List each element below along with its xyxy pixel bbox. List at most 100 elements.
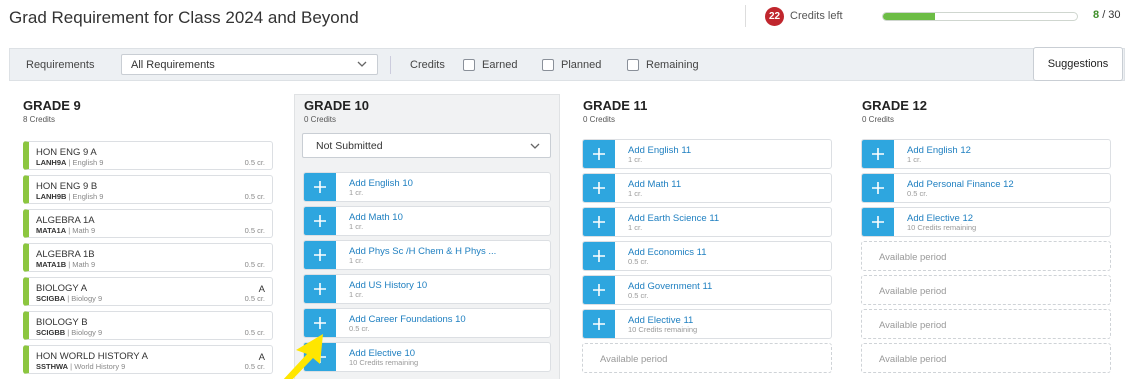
- course-subject: Biology 9: [71, 294, 103, 303]
- course-code: SCIGBB: [36, 328, 66, 337]
- grade-12-credits: 0 Credits: [862, 115, 895, 124]
- course-name: HON ENG 9 A: [36, 147, 97, 158]
- course-subject: World History 9: [74, 362, 126, 371]
- add-course-button[interactable]: [583, 242, 615, 270]
- course-card[interactable]: BIOLOGY B SCIGBB | Biology 9 0.5 cr.: [23, 311, 273, 340]
- add-course-card[interactable]: Add Phys Sc /H Chem & H Phys ... 1 cr.: [303, 240, 551, 270]
- course-card[interactable]: HON ENG 9 B LANH9B | English 9 0.5 cr.: [23, 175, 273, 204]
- add-course-card[interactable]: Add Elective 10 10 Credits remaining: [303, 342, 551, 372]
- add-course-button[interactable]: [583, 140, 615, 168]
- course-name: BIOLOGY A: [36, 283, 88, 294]
- add-course-credit: 0.5 cr.: [349, 324, 370, 333]
- course-card[interactable]: ALGEBRA 1B MATA1B | Math 9 0.5 cr.: [23, 243, 273, 272]
- filter-divider: [390, 56, 391, 74]
- add-course-card[interactable]: Add Math 11 1 cr.: [582, 173, 832, 203]
- course-credit: 0.5 cr.: [244, 328, 265, 337]
- available-period-slot[interactable]: Available period: [861, 309, 1111, 339]
- remaining-checkbox-box[interactable]: [627, 59, 639, 71]
- credits-progress-fill: [883, 13, 935, 20]
- course-subject: English 9: [72, 158, 104, 167]
- planned-checkbox-box[interactable]: [542, 59, 554, 71]
- planned-checkbox[interactable]: Planned: [542, 59, 601, 71]
- filter-bar: Requirements All Requirements Credits Ea…: [9, 48, 1125, 81]
- add-course-card[interactable]: Add Elective 11 10 Credits remaining: [582, 309, 832, 339]
- course-card[interactable]: HON ENG 9 A LANH9A | English 9 0.5 cr.: [23, 141, 273, 170]
- header-divider: [745, 5, 746, 27]
- course-code: MATA1B: [36, 260, 67, 269]
- requirements-select[interactable]: All Requirements: [121, 54, 378, 75]
- course-subject: English 9: [72, 192, 104, 201]
- add-course-credit: 1 cr.: [628, 155, 643, 164]
- available-period-slot[interactable]: Available period: [861, 275, 1111, 305]
- earned-checkbox[interactable]: Earned: [463, 59, 517, 71]
- available-period-slot[interactable]: Available period: [582, 343, 832, 373]
- add-course-card[interactable]: Add English 11 1 cr.: [582, 139, 832, 169]
- grade-11-credits: 0 Credits: [583, 115, 616, 124]
- course-credit: 0.5 cr.: [244, 260, 265, 269]
- add-course-card[interactable]: Add Earth Science 11 1 cr.: [582, 207, 832, 237]
- add-course-card[interactable]: Add Government 11 0.5 cr.: [582, 275, 832, 305]
- add-course-button[interactable]: [304, 173, 336, 201]
- grade-12-heading: GRADE 12: [862, 98, 928, 113]
- add-course-credit: 10 Credits remaining: [628, 325, 698, 334]
- add-course-title[interactable]: Add Phys Sc /H Chem & H Phys ...: [349, 246, 496, 257]
- add-course-card[interactable]: Add Economics 11 0.5 cr.: [582, 241, 832, 271]
- add-course-button[interactable]: [304, 241, 336, 269]
- course-code: LANH9B: [36, 192, 67, 201]
- credits-left-label: Credits left: [790, 10, 843, 22]
- add-course-credit: 10 Credits remaining: [907, 223, 977, 232]
- available-period-label: Available period: [600, 354, 668, 365]
- remaining-checkbox[interactable]: Remaining: [627, 59, 699, 71]
- add-course-button[interactable]: [304, 309, 336, 337]
- add-course-credit: 0.5 cr.: [628, 257, 649, 266]
- add-course-button[interactable]: [304, 207, 336, 235]
- grade-10-header: GRADE 10 0 Credits: [304, 98, 369, 124]
- course-code-subject: LANH9B | English 9: [36, 192, 103, 201]
- submission-status-select[interactable]: Not Submitted: [302, 133, 551, 158]
- course-card[interactable]: HON WORLD HISTORY A SSTHWA | World Histor…: [23, 345, 273, 374]
- add-course-button[interactable]: [862, 208, 894, 236]
- add-course-card[interactable]: Add US History 10 1 cr.: [303, 274, 551, 304]
- course-name: ALGEBRA 1A: [36, 215, 95, 226]
- available-period-label: Available period: [879, 354, 947, 365]
- add-course-button[interactable]: [583, 174, 615, 202]
- suggestions-button[interactable]: Suggestions: [1033, 47, 1123, 81]
- submission-status-value: Not Submitted: [316, 140, 383, 152]
- add-course-credit: 0.5 cr.: [907, 189, 928, 198]
- add-course-button[interactable]: [862, 174, 894, 202]
- course-subject: Math 9: [72, 226, 96, 235]
- available-period-slot[interactable]: Available period: [861, 343, 1111, 373]
- grade-10-heading: GRADE 10: [304, 98, 370, 113]
- add-course-credit: 1 cr.: [628, 223, 643, 232]
- add-course-button[interactable]: [583, 208, 615, 236]
- course-subject: Math 9: [72, 260, 96, 269]
- add-course-card[interactable]: Add Career Foundations 10 0.5 cr.: [303, 308, 551, 338]
- course-code-subject: LANH9A | English 9: [36, 158, 103, 167]
- earned-checkbox-box[interactable]: [463, 59, 475, 71]
- add-course-card[interactable]: Add English 12 1 cr.: [861, 139, 1111, 169]
- add-course-card[interactable]: Add Math 10 1 cr.: [303, 206, 551, 236]
- course-credit: 0.5 cr.: [244, 192, 265, 201]
- grade-9-credits: 8 Credits: [23, 115, 56, 124]
- requirements-filter-label: Requirements: [26, 59, 95, 71]
- add-course-credit: 0.5 cr.: [628, 291, 649, 300]
- chevron-down-icon: [529, 140, 541, 152]
- available-period-label: Available period: [879, 320, 947, 331]
- add-course-card[interactable]: Add Elective 12 10 Credits remaining: [861, 207, 1111, 237]
- course-code-subject: SSTHWA | World History 9: [36, 362, 125, 371]
- add-course-card[interactable]: Add English 10 1 cr.: [303, 172, 551, 202]
- add-course-button[interactable]: [862, 140, 894, 168]
- course-card[interactable]: BIOLOGY A SCIGBA | Biology 9 A 0.5 cr.: [23, 277, 273, 306]
- available-period-slot[interactable]: Available period: [861, 241, 1111, 271]
- available-period-label: Available period: [879, 286, 947, 297]
- course-card[interactable]: ALGEBRA 1A MATA1A | Math 9 0.5 cr.: [23, 209, 273, 238]
- page-title: Grad Requirement for Class 2024 and Beyo…: [9, 8, 359, 27]
- add-course-credit: 1 cr.: [349, 256, 364, 265]
- add-course-button[interactable]: [583, 276, 615, 304]
- add-course-button[interactable]: [583, 310, 615, 338]
- course-credit: 0.5 cr.: [244, 362, 265, 371]
- add-course-card[interactable]: Add Personal Finance 12 0.5 cr.: [861, 173, 1111, 203]
- add-course-button[interactable]: [304, 275, 336, 303]
- course-code: MATA1A: [36, 226, 67, 235]
- grade-9-header: GRADE 9 8 Credits: [23, 98, 81, 124]
